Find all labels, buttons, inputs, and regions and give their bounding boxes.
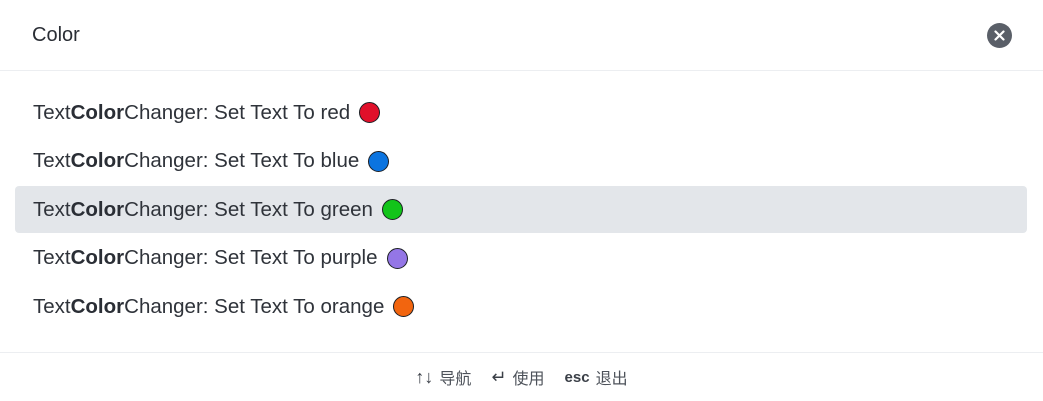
arrow-up-down-icon: ↑↓ [415,366,434,387]
result-prefix: Text [33,294,71,318]
hint-navigate-label: 导航 [439,371,472,388]
results-list: Text Color Changer: Set Text To red Text… [15,89,1027,332]
hint-select-label: 使用 [512,371,545,388]
hint-exit-label: 退出 [595,371,628,388]
color-swatch-icon [359,102,381,123]
result-item[interactable]: Text Color Changer: Set Text To red [15,89,1027,136]
result-match: Color [70,294,125,318]
result-suffix: Changer: Set Text To orange [124,294,385,318]
result-suffix: Changer: Set Text To red [124,100,351,124]
clear-search-button[interactable] [987,23,1012,48]
result-prefix: Text [33,149,71,173]
close-icon [994,30,1005,41]
command-palette: Text Color Changer: Set Text To red Text… [0,0,1043,401]
result-item[interactable]: Text Color Changer: Set Text To blue [15,138,1027,185]
color-swatch-icon [381,199,403,221]
result-match: Color [70,246,125,270]
result-match: Color [70,197,125,221]
result-match: Color [70,100,125,124]
search-bar [0,0,1043,71]
result-match: Color [70,149,125,173]
result-item[interactable]: Text Color Changer: Set Text To orange [15,283,1027,330]
hint-navigate: ↑↓ 导航 [415,365,471,389]
keyboard-hints-footer: ↑↓ 导航 ↵ 使用 esc 退出 [0,352,1043,401]
enter-icon: ↵ [491,366,507,387]
hint-select: ↵ 使用 [491,365,544,389]
result-suffix: Changer: Set Text To blue [124,149,360,173]
result-prefix: Text [33,100,71,124]
result-suffix: Changer: Set Text To green [124,197,373,221]
color-swatch-icon [368,150,390,172]
color-swatch-icon [386,247,408,269]
search-input[interactable] [32,18,932,52]
result-item[interactable]: Text Color Changer: Set Text To green [15,186,1027,234]
result-suffix: Changer: Set Text To purple [124,246,378,270]
color-swatch-icon [393,296,415,318]
result-item[interactable]: Text Color Changer: Set Text To purple [15,235,1027,282]
esc-key-label: esc [564,368,590,386]
result-prefix: Text [33,197,71,221]
hint-exit: esc 退出 [565,365,628,389]
result-prefix: Text [33,246,71,270]
